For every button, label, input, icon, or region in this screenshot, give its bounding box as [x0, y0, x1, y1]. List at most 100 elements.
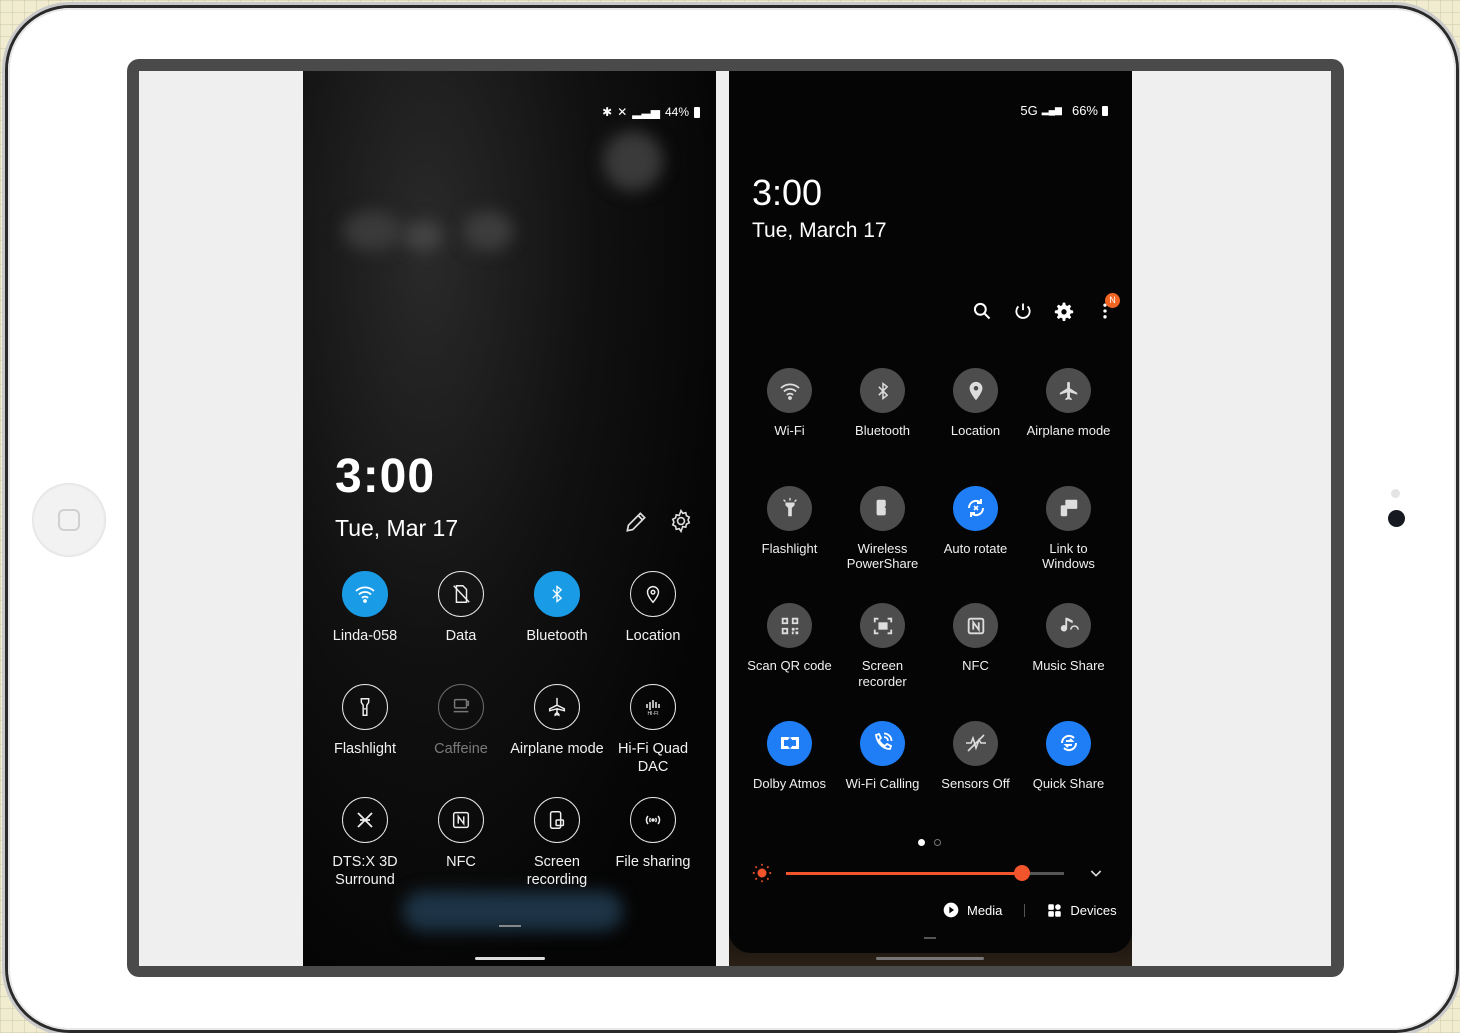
- chevron-down-icon[interactable]: [1088, 865, 1104, 881]
- brightness-slider-thumb[interactable]: [1014, 865, 1031, 881]
- tile-wifi[interactable]: Linda-058: [317, 571, 413, 684]
- search-icon[interactable]: [972, 301, 992, 321]
- tile-location[interactable]: Location: [929, 368, 1022, 486]
- panel-drag-handle[interactable]: [499, 925, 521, 927]
- tile-label: Link to Windows: [1042, 540, 1095, 572]
- tile-flashlight[interactable]: Flashlight: [317, 684, 413, 797]
- tile-label: Airplane mode: [510, 741, 604, 757]
- tile-music-share[interactable]: Music Share: [1022, 603, 1115, 721]
- tile-label: Wi-Fi Calling: [845, 775, 920, 791]
- gear-icon[interactable]: [1054, 301, 1074, 321]
- page-dot-active: [918, 839, 925, 846]
- status-bar: 5G ▂▄▆ 66%: [1020, 103, 1108, 118]
- devices-label: Devices: [1070, 902, 1117, 918]
- gesture-bar[interactable]: [876, 957, 984, 960]
- tile-dts[interactable]: DTS:X 3D Surround: [317, 797, 413, 910]
- clock: 3:00: [752, 172, 823, 213]
- bluetooth-status-icon: ✱: [602, 105, 613, 119]
- tile-data[interactable]: Data: [413, 571, 509, 684]
- media-button[interactable]: Media: [943, 902, 1002, 918]
- tile-wireless-powershare[interactable]: Wireless PowerShare: [836, 485, 929, 604]
- tile-nfc[interactable]: NFC: [929, 603, 1022, 721]
- tile-link-to-windows[interactable]: Link to Windows: [1022, 485, 1115, 604]
- location-icon: [646, 586, 660, 604]
- tile-label: Scan QR code: [747, 658, 832, 673]
- quick-share-icon: [1060, 734, 1077, 752]
- signal-status-icon: ▂▄▆: [1041, 105, 1062, 115]
- tile-flashlight[interactable]: Flashlight: [743, 485, 836, 604]
- edit-icon[interactable]: [623, 509, 649, 535]
- mute-status-icon: ✕: [617, 105, 628, 119]
- bluetooth-icon: [877, 381, 888, 400]
- tile-dolby-atmos[interactable]: Dolby Atmos: [743, 720, 836, 839]
- tile-label: NFC: [446, 854, 476, 870]
- tile-label: Auto rotate: [943, 540, 1008, 556]
- flashlight-icon: [782, 497, 797, 517]
- more-options-button[interactable]: N: [1095, 293, 1120, 321]
- gear-icon[interactable]: [668, 508, 694, 534]
- clock: 3:00: [335, 450, 436, 503]
- notification-badge: N: [1105, 293, 1120, 308]
- media-devices-bar: Media Devices: [943, 902, 1117, 918]
- tile-label: Flashlight: [761, 540, 818, 556]
- dolby-icon: [780, 737, 799, 749]
- tile-airplane[interactable]: Airplane mode: [1022, 368, 1115, 486]
- home-button[interactable]: [32, 483, 106, 557]
- battery-percent: 66%: [1071, 103, 1098, 118]
- music-share-icon: [1060, 617, 1079, 631]
- link-windows-icon: [1060, 499, 1077, 517]
- power-icon[interactable]: [1013, 301, 1033, 321]
- play-icon: [943, 902, 959, 918]
- tile-label: DTS:X 3D Surround: [332, 854, 398, 888]
- tile-label: Bluetooth: [855, 423, 910, 438]
- tile-bluetooth[interactable]: Bluetooth: [836, 368, 929, 486]
- wifi-icon: [355, 586, 375, 603]
- page-dot: [934, 839, 941, 846]
- devices-button[interactable]: Devices: [1047, 902, 1117, 918]
- tile-nfc[interactable]: NFC: [413, 797, 509, 910]
- right-phone-screen: 5G ▂▄▆ 66% 3:00 Tue, March 17 N Wi-Fi Bl…: [729, 71, 1132, 966]
- tile-file-sharing[interactable]: File sharing: [605, 797, 701, 910]
- tile-label: Quick Share: [1032, 775, 1105, 791]
- tile-label: Dolby Atmos: [753, 775, 826, 791]
- panel-drag-handle[interactable]: [924, 937, 936, 939]
- tile-quick-share[interactable]: Quick Share: [1022, 720, 1115, 839]
- nfc-icon: [452, 811, 470, 829]
- screen-recorder-icon: [873, 617, 892, 634]
- svg-text:HI-FI: HI-FI: [647, 711, 658, 717]
- tile-hifi[interactable]: HI-FI Hi-Fi Quad DAC: [605, 684, 701, 797]
- network-type: 5G: [1020, 103, 1038, 118]
- tile-screen-recorder[interactable]: Screen recorder: [836, 603, 929, 721]
- tile-airplane[interactable]: Airplane mode: [509, 684, 605, 797]
- tile-scan-qr[interactable]: Scan QR code: [743, 603, 836, 721]
- proximity-sensor: [1391, 489, 1400, 498]
- tile-wifi-calling[interactable]: Wi-Fi Calling: [836, 720, 929, 839]
- caffeine-icon: [453, 698, 470, 713]
- wallpaper-blur: [463, 211, 513, 251]
- tile-auto-rotate[interactable]: Auto rotate: [929, 485, 1022, 604]
- front-camera: [1388, 510, 1405, 527]
- tile-wifi[interactable]: Wi-Fi: [743, 368, 836, 486]
- tile-sensors-off[interactable]: Sensors Off: [929, 720, 1022, 839]
- tile-caffeine[interactable]: Caffeine: [413, 684, 509, 797]
- tile-label: File sharing: [615, 854, 691, 870]
- signal-status-icon: ▂▃▅: [632, 105, 660, 119]
- wallpaper-blur: [343, 211, 403, 251]
- tile-label: Hi-Fi Quad DAC: [617, 741, 689, 775]
- tile-label: Sensors Off: [941, 775, 1010, 791]
- tile-label: Wi-Fi: [774, 423, 805, 438]
- tile-location[interactable]: Location: [605, 571, 701, 684]
- tile-bluetooth[interactable]: Bluetooth: [509, 571, 605, 684]
- tile-label: Screen recording: [526, 854, 588, 888]
- battery-icon: [694, 106, 700, 118]
- tile-label: Linda-058: [332, 628, 398, 644]
- brightness-control: [749, 861, 1109, 885]
- bluetooth-icon: [552, 585, 563, 603]
- tile-screen-recording[interactable]: Screen recording: [509, 797, 605, 910]
- gesture-bar[interactable]: [475, 957, 545, 960]
- tile-label: Flashlight: [333, 741, 397, 757]
- tile-label: Location: [950, 423, 1001, 438]
- quick-settings-grid: Wi-Fi Bluetooth Location Airplane mode F…: [743, 368, 1115, 838]
- sensors-off-icon: [965, 734, 986, 752]
- file-sharing-icon: [645, 815, 661, 825]
